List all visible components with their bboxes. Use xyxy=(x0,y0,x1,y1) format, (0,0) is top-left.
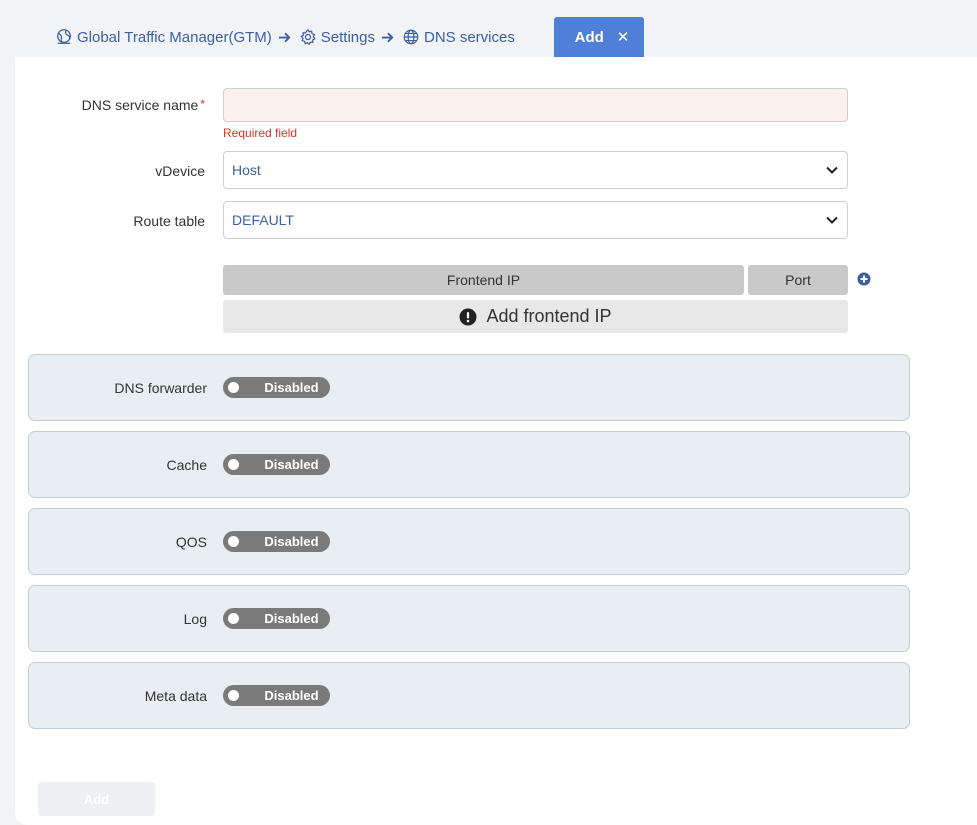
toggle-knob xyxy=(228,690,239,701)
close-icon[interactable]: ✕ xyxy=(617,28,630,46)
dns-service-name-input[interactable] xyxy=(223,88,848,122)
required-field-message: Required field xyxy=(223,126,298,140)
dns-service-name-label-text: DNS service name xyxy=(81,97,199,113)
log-label: Log xyxy=(183,611,207,627)
route-table-value: DEFAULT xyxy=(232,212,294,228)
log-toggle[interactable]: Disabled xyxy=(223,608,330,629)
section-qos: QOS Disabled xyxy=(28,508,910,575)
breadcrumb: Global Traffic Manager(GTM) Settings DNS… xyxy=(55,26,515,48)
arrow-right-icon xyxy=(277,30,292,45)
breadcrumb-dns-services[interactable]: DNS services xyxy=(402,28,515,46)
section-dns-forwarder: DNS forwarder Disabled xyxy=(28,354,910,421)
breadcrumb-gtm-label: Global Traffic Manager(GTM) xyxy=(77,28,272,46)
breadcrumb-settings-label: Settings xyxy=(320,28,375,46)
chevron-down-icon xyxy=(826,216,838,224)
cache-label: Cache xyxy=(166,457,207,473)
add-submit-button[interactable]: Add xyxy=(38,782,155,816)
frontend-ip-header: Frontend IP xyxy=(223,265,744,295)
toggle-state: Disabled xyxy=(264,611,319,626)
breadcrumb-settings[interactable]: Settings xyxy=(299,28,375,46)
section-log: Log Disabled xyxy=(28,585,910,652)
toggle-state: Disabled xyxy=(264,534,319,549)
required-star: * xyxy=(200,97,205,111)
toggle-state: Disabled xyxy=(264,688,319,703)
add-frontend-ip-label: Add frontend IP xyxy=(486,306,612,326)
section-cache: Cache Disabled xyxy=(28,431,910,498)
add-frontend-ip-button[interactable]: Add frontend IP xyxy=(223,300,848,333)
vdevice-label: vDevice xyxy=(155,163,205,179)
route-table-label: Route table xyxy=(133,213,205,229)
meta-data-toggle[interactable]: Disabled xyxy=(223,685,330,706)
chevron-down-icon xyxy=(826,166,838,174)
meta-data-label: Meta data xyxy=(144,688,207,704)
toggle-knob xyxy=(228,459,239,470)
cache-toggle[interactable]: Disabled xyxy=(223,454,330,475)
form-panel: DNS service name * Required field vDevice… xyxy=(15,57,977,825)
toggle-state: Disabled xyxy=(264,380,319,395)
toggle-knob xyxy=(228,536,239,547)
toggle-knob xyxy=(228,382,239,393)
port-header: Port xyxy=(748,265,848,295)
dns-forwarder-toggle[interactable]: Disabled xyxy=(223,377,330,398)
section-meta-data: Meta data Disabled xyxy=(28,662,910,729)
vdevice-value: Host xyxy=(232,162,261,178)
tab-add-label: Add xyxy=(574,28,604,46)
route-table-select[interactable]: DEFAULT xyxy=(223,201,848,239)
add-circle-icon[interactable] xyxy=(857,272,871,286)
vdevice-select[interactable]: Host xyxy=(223,151,848,189)
qos-toggle[interactable]: Disabled xyxy=(223,531,330,552)
arrow-right-icon xyxy=(380,30,395,45)
qos-label: QOS xyxy=(175,534,207,550)
tab-add[interactable]: Add ✕ xyxy=(554,17,644,57)
gear-icon xyxy=(300,28,316,46)
exclamation-circle-icon xyxy=(459,308,477,325)
globe-icon xyxy=(403,29,419,45)
breadcrumb-dns-services-label: DNS services xyxy=(423,28,515,46)
breadcrumb-gtm[interactable]: Global Traffic Manager(GTM) xyxy=(55,28,272,46)
dns-forwarder-label: DNS forwarder xyxy=(114,380,207,396)
globe-network-icon xyxy=(57,29,71,44)
toggle-knob xyxy=(228,613,239,624)
dns-service-name-label: DNS service name * xyxy=(15,97,205,113)
toggle-state: Disabled xyxy=(264,457,319,472)
top-bar: Global Traffic Manager(GTM) Settings DNS… xyxy=(0,0,977,57)
